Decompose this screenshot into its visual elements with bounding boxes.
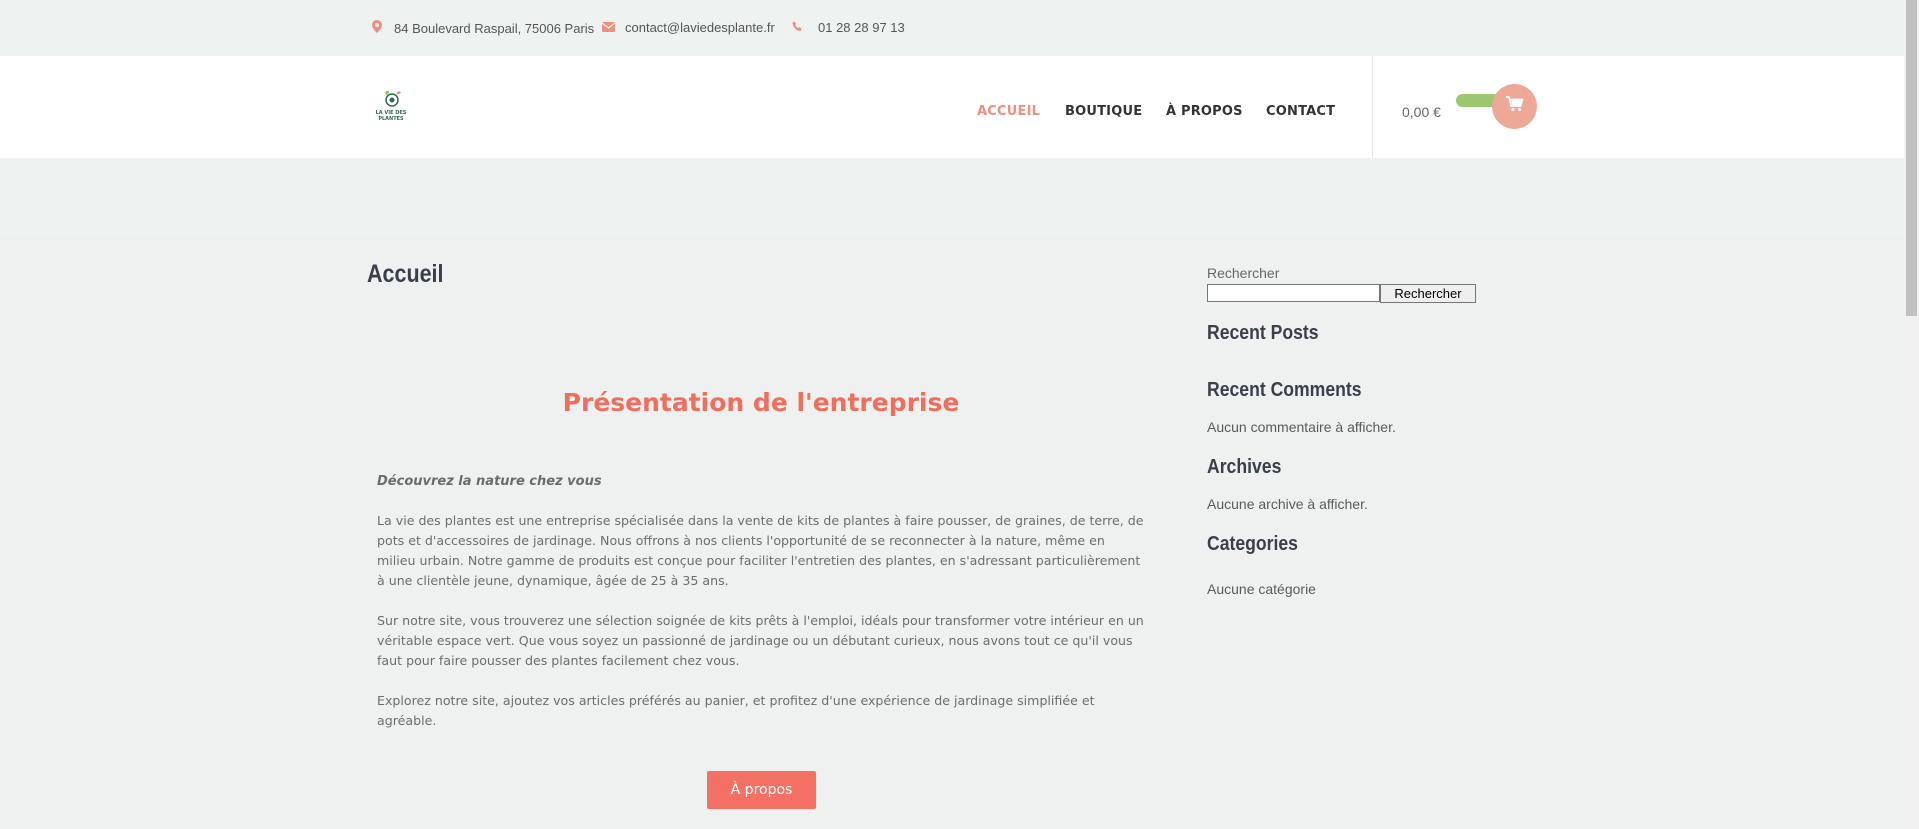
email-link[interactable]: contact@laviedesplante.fr (625, 20, 775, 35)
recent-posts-title: Recent Posts (1207, 322, 1319, 344)
site-logo[interactable]: LA VIE DES PLANTES (372, 89, 410, 125)
archives-title: Archives (1207, 456, 1282, 478)
svg-text:PLANTES: PLANTES (378, 116, 404, 122)
search-input[interactable] (1207, 284, 1380, 302)
top-info-bar: 84 Boulevard Raspail, 75006 Paris contac… (0, 0, 1904, 56)
nav-contact[interactable]: CONTACT (1266, 104, 1335, 119)
page-header-band (0, 158, 1904, 237)
nav-a-propos[interactable]: À PROPOS (1166, 104, 1243, 119)
recent-comments-text: Aucun commentaire à afficher. (1207, 419, 1396, 435)
paragraph-intro: La vie des plantes est une entreprise sp… (377, 513, 1144, 588)
nav-boutique[interactable]: BOUTIQUE (1065, 104, 1142, 119)
shopping-cart-icon (1505, 96, 1524, 117)
email-info[interactable]: contact@laviedesplante.fr (601, 20, 775, 35)
categories-title: Categories (1207, 533, 1298, 555)
categories-text: Aucune catégorie (1207, 581, 1316, 597)
phone-icon (790, 21, 804, 35)
paragraph-products: Sur notre site, vous trouverez une sélec… (377, 613, 1144, 668)
search-label: Rechercher (1207, 265, 1280, 281)
archives-text: Aucune archive à afficher. (1207, 496, 1368, 512)
header-divider (1372, 56, 1373, 158)
page-title: Accueil (367, 260, 444, 288)
address-text: 84 Boulevard Raspail, 75006 Paris (394, 20, 595, 36)
envelope-icon (601, 21, 615, 35)
cart-total[interactable]: 0,00 € (1402, 104, 1441, 120)
cart-button[interactable] (1492, 84, 1537, 129)
lead-text: Découvrez la nature chez vous (377, 474, 602, 489)
section-title: Présentation de l'entreprise (562, 388, 960, 417)
phone-link[interactable]: 01 28 28 97 13 (818, 20, 905, 35)
site-header: LA VIE DES PLANTES ACCUEIL BOUTIQUE À PR… (0, 56, 1904, 158)
address-info: 84 Boulevard Raspail, 75006 Paris (370, 20, 594, 36)
map-pin-icon (370, 20, 384, 36)
search-button[interactable]: Rechercher (1380, 284, 1476, 303)
page-scrollbar[interactable] (1904, 0, 1919, 829)
about-button[interactable]: À propos (707, 771, 816, 809)
recent-comments-title: Recent Comments (1207, 379, 1362, 401)
paragraph-explore: Explorez notre site, ajoutez vos article… (377, 693, 1095, 728)
nav-accueil[interactable]: ACCUEIL (977, 104, 1040, 119)
phone-info[interactable]: 01 28 28 97 13 (790, 20, 905, 35)
scrollbar-thumb[interactable] (1906, 0, 1917, 316)
